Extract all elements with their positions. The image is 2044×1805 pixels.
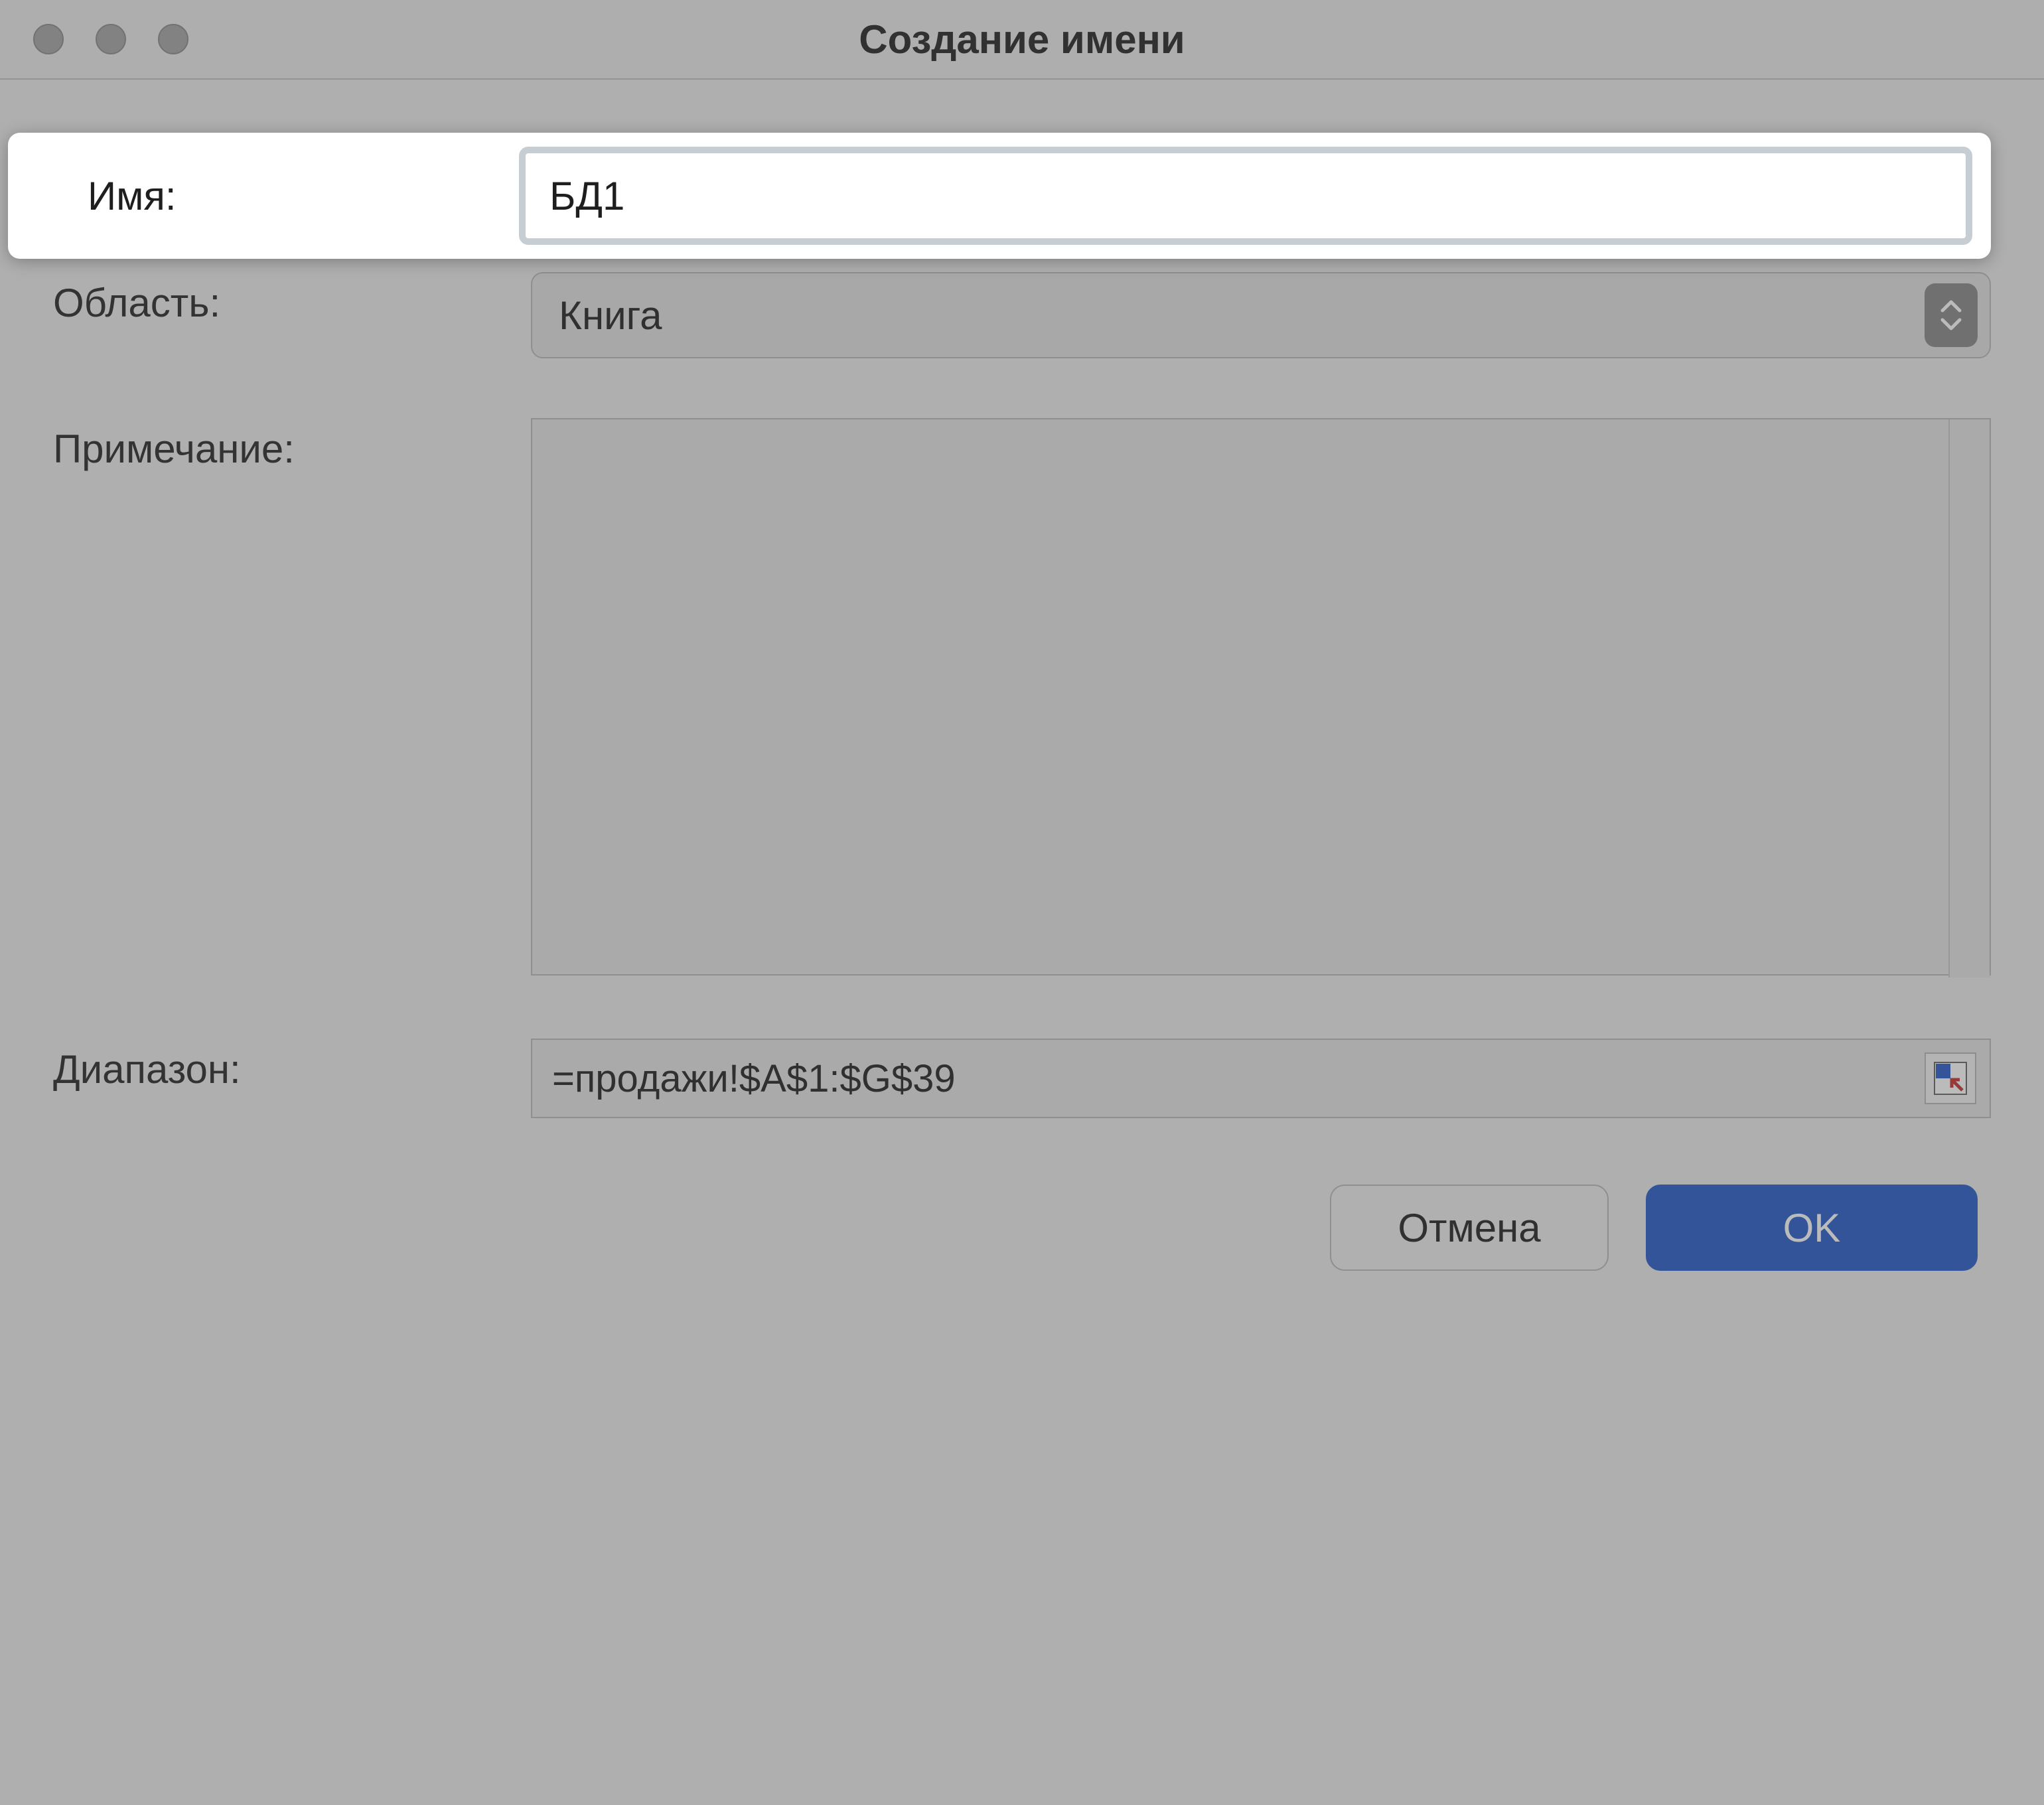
- dialog-title: Создание имени: [0, 17, 2044, 62]
- dropdown-stepper-icon: [1925, 283, 1978, 347]
- name-input[interactable]: [549, 173, 1942, 219]
- range-input[interactable]: [531, 1039, 1991, 1118]
- comment-label: Примечание:: [53, 418, 531, 472]
- textarea-scrollbar[interactable]: [1948, 419, 1990, 977]
- scope-value: Книга: [559, 293, 662, 338]
- range-row: Диапазон:: [53, 1039, 1991, 1118]
- scope-select[interactable]: Книга: [531, 272, 1991, 358]
- scope-row: Область: Книга: [53, 272, 1991, 358]
- name-label: Имя:: [8, 173, 519, 219]
- titlebar: Создание имени: [0, 0, 2044, 80]
- dialog-footer: Отмена OK: [53, 1185, 1991, 1271]
- name-input-container: [519, 147, 1972, 245]
- range-label: Диапазон:: [53, 1039, 531, 1092]
- comment-textarea[interactable]: [531, 418, 1991, 975]
- collapse-dialog-icon[interactable]: [1925, 1052, 1976, 1104]
- comment-row: Примечание:: [53, 418, 1991, 979]
- ok-button[interactable]: OK: [1646, 1185, 1978, 1271]
- cancel-button[interactable]: Отмена: [1330, 1185, 1609, 1271]
- dialog-body: Область: Книга Примечание:: [0, 80, 2044, 1311]
- new-name-dialog: Создание имени Область: Книга Прим: [0, 0, 2044, 1805]
- name-row: Имя:: [8, 133, 1991, 259]
- scope-label: Область:: [53, 272, 531, 326]
